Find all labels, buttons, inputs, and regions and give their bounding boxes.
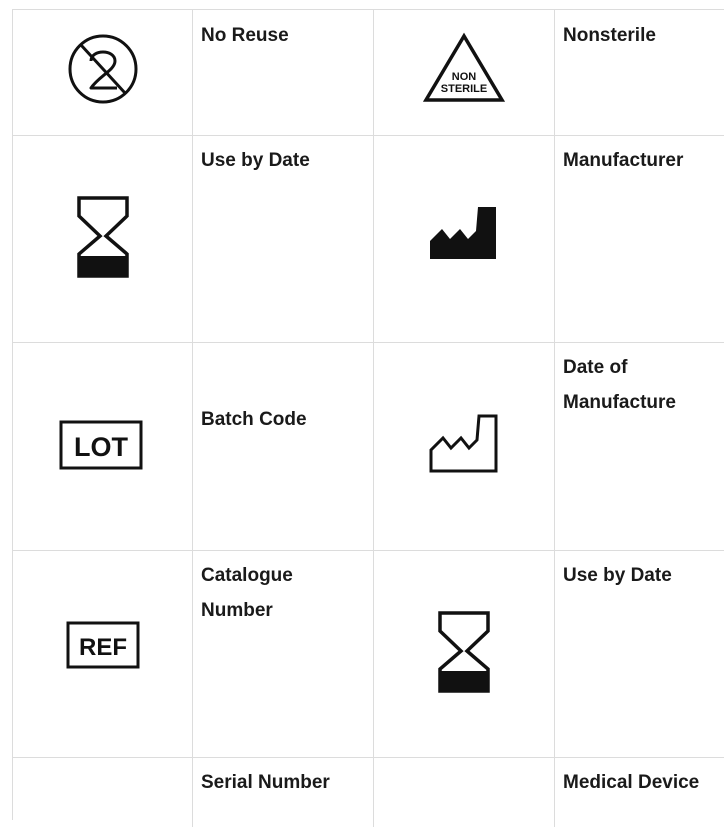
hourglass-icon	[438, 611, 490, 693]
symbol-cell	[13, 135, 193, 342]
label-cell: Medical Device	[555, 757, 724, 827]
label-cell: Nonsterile	[555, 10, 724, 135]
symbol-cell: LOT	[13, 342, 193, 550]
label-cell: Manufacturer	[555, 135, 724, 342]
symbol-cell	[374, 550, 555, 757]
factory-outline-icon	[429, 414, 498, 473]
symbol-label: Serial Number	[201, 772, 330, 793]
symbol-cell	[374, 757, 555, 827]
symbol-cell	[13, 10, 193, 135]
symbol-label: No Reuse	[201, 25, 289, 46]
label-cell: Use by Date	[193, 135, 374, 342]
nonsterile-text-2: STERILE	[441, 83, 487, 95]
table-row: LOT Batch Code Date of Manufacture	[13, 342, 724, 551]
table-row: Serial Number Medical Device	[13, 757, 724, 827]
label-cell: Date of Manufacture	[555, 342, 724, 550]
symbol-cell	[374, 342, 555, 550]
label-cell: Catalogue Number	[193, 550, 374, 757]
symbol-label: Use by Date	[563, 565, 672, 586]
hourglass-icon	[77, 196, 129, 278]
symbol-cell: REF	[13, 550, 193, 757]
table-row: Use by Date Manufacturer	[13, 135, 724, 343]
nonsterile-icon: NON STERILE	[422, 32, 506, 102]
symbol-label: Nonsterile	[563, 25, 656, 46]
symbol-cell	[13, 757, 193, 827]
factory-filled-icon	[430, 207, 496, 259]
lot-icon: LOT	[59, 420, 143, 470]
table-row: No Reuse NON STERILE Nonsterile	[13, 10, 724, 136]
symbol-label: Medical Device	[563, 772, 700, 793]
symbol-label: Manufacturer	[563, 150, 684, 171]
lot-text: LOT	[74, 432, 128, 462]
label-cell: Serial Number	[193, 757, 374, 827]
no-reuse-icon	[68, 34, 138, 104]
label-cell: Use by Date	[555, 550, 724, 757]
label-cell: No Reuse	[193, 10, 374, 135]
nonsterile-text-1: NON	[452, 71, 477, 83]
symbol-cell: NON STERILE	[374, 10, 555, 135]
symbol-label: Date of Manufacture	[563, 357, 676, 413]
symbol-label: Catalogue Number	[201, 565, 293, 621]
label-cell: Batch Code	[193, 342, 374, 550]
ref-icon: REF	[66, 621, 140, 669]
symbols-table: No Reuse NON STERILE Nonsterile Use by D…	[12, 9, 724, 827]
symbol-label: Batch Code	[201, 409, 307, 430]
symbol-cell	[374, 135, 555, 342]
ref-text: REF	[79, 634, 127, 661]
symbol-label: Use by Date	[201, 150, 310, 171]
table-row: REF Catalogue Number Use by Date	[13, 550, 724, 758]
